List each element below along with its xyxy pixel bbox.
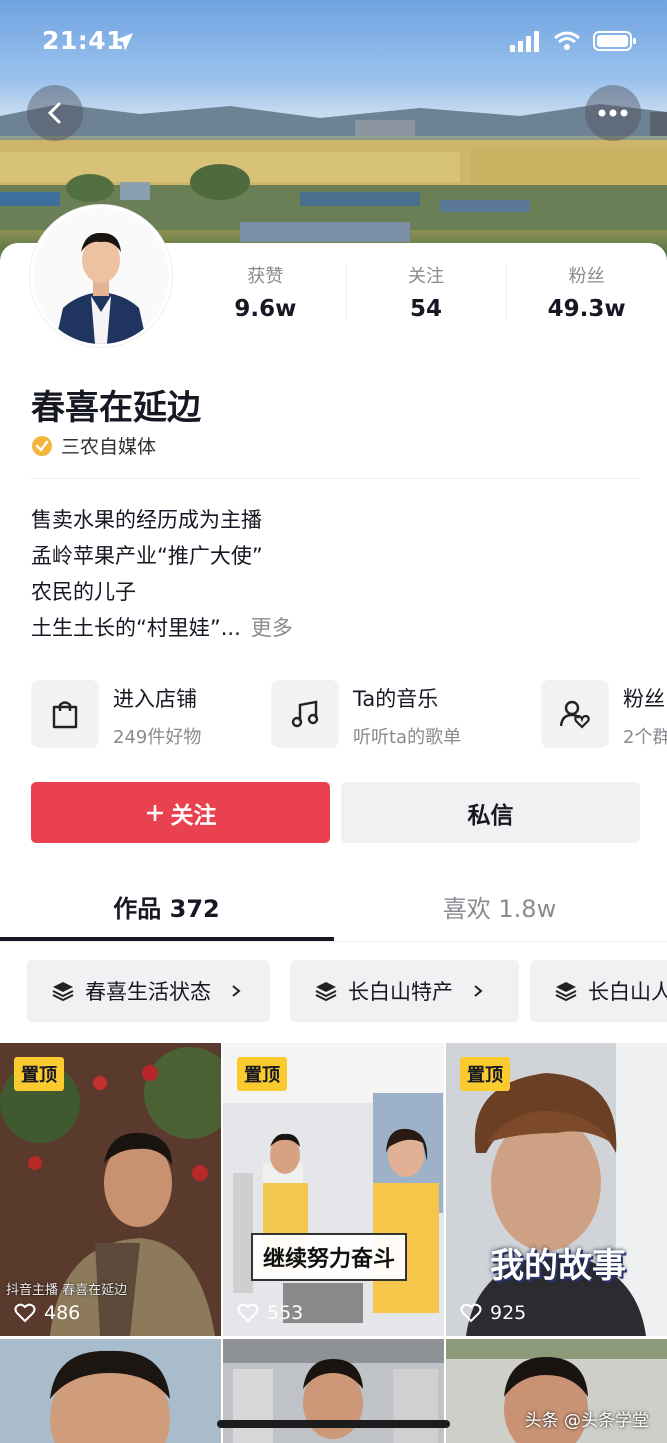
likes-count: 553 [267,1302,304,1324]
more-dots-icon [598,109,628,117]
chevron-right-icon [474,985,483,997]
video-likes: 486 [14,1302,80,1324]
video-caption: 我的故事 [490,1246,626,1286]
profile-stats: 获赞 9.6w 关注 54 粉丝 49.3w [185,258,667,328]
shopping-bag-icon [31,680,99,748]
service-title: Ta的音乐 [353,687,439,711]
stat-value: 49.3w [547,296,626,322]
video-likes: 553 [237,1302,303,1324]
location-arrow-icon [115,33,133,51]
bio-line: 孟岭苹果产业“推广大使” [31,544,263,568]
follow-label: 关注 [170,802,217,829]
service-fan-text: 粉丝 2个群 [623,680,667,750]
active-tab-indicator [0,937,334,941]
profile-bio[interactable]: 售卖水果的经历成为主播 孟岭苹果产业“推广大使” 农民的儿子 土生土长的“村里娃… [31,502,293,646]
video-thumbnail[interactable]: 置顶 抖音主播 春喜在延边 486 [0,1043,221,1336]
service-title: 进入店铺 [113,687,197,711]
collection-chip[interactable]: 春喜生活状态 [27,960,270,1022]
verified-badge-icon [32,435,52,456]
plus-icon [146,804,163,821]
follow-button[interactable]: 关注 [31,782,330,843]
layers-icon [555,982,577,1002]
service-subtitle: 2个群 [623,727,667,748]
layers-icon [315,982,337,1002]
message-button[interactable]: 私信 [341,782,640,843]
bio-line-last: 土生土长的“村里娃”... 更多 [31,610,293,646]
service-music-text: Ta的音乐 听听ta的歌单 [353,680,461,750]
video-thumbnail[interactable] [0,1339,221,1443]
pinned-badge: 置顶 [460,1057,510,1091]
tagline-text: 三农自媒体 [61,436,157,458]
video-thumbnail[interactable]: 置顶 继续努力奋斗 553 [223,1043,444,1336]
video-likes: 925 [460,1302,526,1324]
status-time: 21:41 [42,26,125,55]
bio-line: 土生土长的“村里娃”... [31,616,241,640]
status-icons [509,30,637,52]
video-thumbnail[interactable]: 置顶 我的故事 925 [446,1043,667,1336]
service-title: 粉丝 [623,687,665,711]
music-note-icon [271,680,339,748]
heart-icon [14,1303,36,1323]
stat-likes[interactable]: 获赞 9.6w [185,258,346,328]
video-caption: 继续努力奋斗 [251,1233,408,1281]
battery-icon [593,31,636,51]
fan-group-icon [541,680,609,748]
pinned-badge: 置顶 [14,1057,64,1091]
collection-label: 长白山人 [588,980,667,1004]
tab-works[interactable]: 作品 372 [0,870,333,942]
more-options-button[interactable] [585,85,641,141]
wifi-icon [554,31,580,50]
collection-label: 长白山特产 [348,980,453,1004]
profile-name: 春喜在延边 [31,388,201,428]
layers-icon [52,982,74,1002]
service-shop-text: 进入店铺 249件好物 [113,680,201,750]
signal-icon [510,31,539,52]
video-overlay-text: 抖音主播 春喜在延边 [6,1283,128,1298]
stat-following[interactable]: 关注 54 [345,258,507,328]
service-entries: 进入店铺 249件好物 Ta的音乐 听听ta的歌单 粉丝 2个群 [31,680,667,750]
home-indicator[interactable] [217,1420,450,1428]
likes-count: 486 [44,1302,81,1324]
chevron-right-icon [232,985,241,997]
collection-chips: 春喜生活状态 长白山特产 长白山人 [27,960,667,1024]
status-bar: 21:41 [0,0,667,80]
back-button[interactable] [27,85,83,141]
service-fan-group[interactable]: 粉丝 2个群 [541,680,667,750]
stat-followers[interactable]: 粉丝 49.3w [506,258,667,328]
service-subtitle: 听听ta的歌单 [353,727,462,748]
message-label: 私信 [467,802,514,829]
tab-likes[interactable]: 喜欢 1.8w [333,870,666,942]
bio-line: 农民的儿子 [31,580,136,604]
content-tabs: 作品 372 喜欢 1.8w [0,870,667,942]
service-music[interactable]: Ta的音乐 听听ta的歌单 [271,680,461,750]
heart-icon [460,1303,482,1323]
stat-value: 9.6w [234,296,297,322]
avatar-photo [33,208,169,344]
stat-label: 粉丝 [568,266,605,287]
stat-label: 获赞 [247,266,284,287]
heart-icon [237,1303,259,1323]
profile-tagline: 三农自媒体 [31,432,156,459]
stat-label: 关注 [408,266,444,287]
stat-value: 54 [410,296,443,322]
bio-more-link[interactable]: 更多 [251,616,293,640]
service-shop[interactable]: 进入店铺 249件好物 [31,680,201,750]
pinned-badge: 置顶 [237,1057,287,1091]
likes-count: 925 [490,1302,527,1324]
collection-label: 春喜生活状态 [85,980,211,1004]
avatar[interactable] [30,205,172,347]
watermark: 头条 @头条学堂 [524,1411,649,1431]
service-subtitle: 249件好物 [113,727,202,748]
collection-chip[interactable]: 长白山特产 [290,960,519,1022]
chevron-left-icon [47,102,61,124]
bio-line: 售卖水果的经历成为主播 [31,508,262,532]
divider [31,478,639,479]
video-frame [0,1339,221,1443]
video-grid: 置顶 抖音主播 春喜在延边 486 置顶 继续努力奋斗 553 置顶 我的故事 … [0,1043,667,1443]
collection-chip[interactable]: 长白山人 [530,960,667,1022]
